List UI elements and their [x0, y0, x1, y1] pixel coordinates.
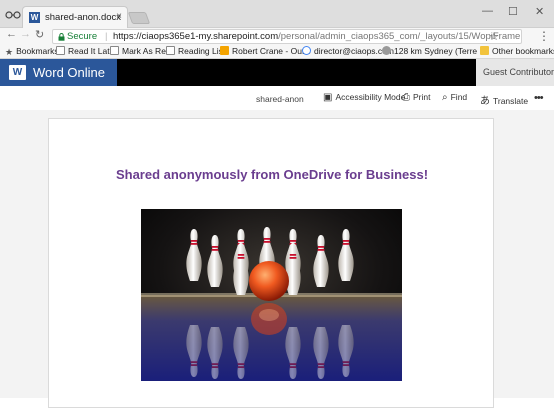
url-host: https://ciaops365e1-my.sharepoint.com — [113, 31, 279, 42]
minimize-button[interactable]: — — [482, 5, 493, 17]
close-window-button[interactable]: ✕ — [535, 5, 544, 18]
command-bar: shared-anon ▣ Accessibility Mode ⎙ Print ⌕… — [0, 86, 554, 110]
print-icon: ⎙ — [402, 92, 410, 103]
find-button[interactable]: ⌕ Find — [442, 92, 467, 103]
search-icon: ⌕ — [442, 92, 448, 103]
translate-button[interactable]: あ Translate — [480, 92, 528, 107]
page-icon — [110, 46, 119, 55]
bowling-image-drawing — [141, 209, 402, 381]
tab-title: shared-anon.docx — [45, 12, 122, 23]
tab-close-button[interactable]: × — [116, 11, 122, 22]
outlook-icon — [220, 46, 229, 55]
address-bar[interactable]: Secure | https://ciaops365e1-my.sharepoi… — [52, 29, 522, 44]
google-icon — [302, 46, 311, 55]
reload-icon[interactable]: ↻ — [35, 28, 44, 41]
url-path: /personal/admin_ciaops365_com/_layouts/1… — [278, 31, 521, 42]
browser-toolbar: ← → ↻ Secure | https://ciaops365e1-my.sh… — [0, 28, 554, 44]
folder-icon — [480, 46, 489, 55]
document-name[interactable]: shared-anon — [256, 94, 304, 104]
bookmark-item[interactable]: 128 km Sydney (Terre — [382, 46, 477, 56]
url-separator: | — [105, 31, 108, 42]
bookmark-item[interactable]: Reading List — [166, 46, 225, 56]
word-logo-icon: W — [9, 65, 26, 80]
page-icon — [56, 46, 65, 55]
browser-menu-icon[interactable]: ⋮ — [538, 29, 550, 43]
bowling-image[interactable] — [141, 209, 402, 381]
lock-icon — [58, 33, 65, 41]
print-button[interactable]: ⎙ Print — [402, 92, 430, 103]
word-doc-icon: W — [29, 12, 40, 23]
back-icon[interactable]: ← — [6, 28, 17, 40]
bookmark-item[interactable]: Read It Later — [56, 46, 117, 56]
secure-label: Secure — [67, 31, 98, 42]
bookmark-item[interactable]: Robert Crane - Outlo — [220, 46, 311, 56]
translate-icon: あ — [480, 96, 490, 107]
browser-tab-active[interactable]: W shared-anon.docx × — [22, 6, 128, 28]
new-tab-button[interactable] — [127, 12, 151, 24]
globe-icon — [382, 46, 391, 55]
star-icon: ★ — [5, 47, 14, 57]
more-options-button[interactable]: ••• — [534, 92, 544, 104]
maximize-button[interactable]: ☐ — [508, 5, 518, 18]
document-page[interactable]: Shared anonymously from OneDrive for Bus… — [48, 118, 494, 408]
accessibility-icon: ▣ — [323, 92, 333, 103]
page-icon — [166, 46, 175, 55]
incognito-icon — [5, 11, 21, 19]
url-text: https://ciaops365e1-my.sharepoint.com/pe… — [113, 31, 521, 42]
browser-tab-strip: W shared-anon.docx × — ☐ ✕ — [0, 0, 554, 28]
document-canvas[interactable]: Shared anonymously from OneDrive for Bus… — [0, 110, 554, 408]
bookmark-item[interactable]: ★ Bookmarks — [5, 46, 59, 57]
accessibility-mode-button[interactable]: ▣ Accessibility Mode — [323, 92, 405, 103]
office-app-bar: W Word Online Guest Contributor — [0, 59, 554, 86]
bookmarks-bar: ★ Bookmarks Read It Later Mark As Read Re… — [0, 44, 554, 59]
document-heading: Shared anonymously from OneDrive for Bus… — [115, 167, 429, 182]
bookmark-item[interactable]: director@ciaops.com — [302, 46, 394, 56]
app-name: Word Online — [33, 65, 106, 80]
bookmark-star-icon[interactable]: ☆ — [489, 30, 499, 43]
forward-icon[interactable]: → — [20, 28, 31, 40]
bookmark-item[interactable]: Other bookmarks — [480, 46, 554, 56]
word-online-brand[interactable]: W Word Online — [0, 59, 117, 86]
user-account-button[interactable]: Guest Contributor — [476, 59, 554, 86]
